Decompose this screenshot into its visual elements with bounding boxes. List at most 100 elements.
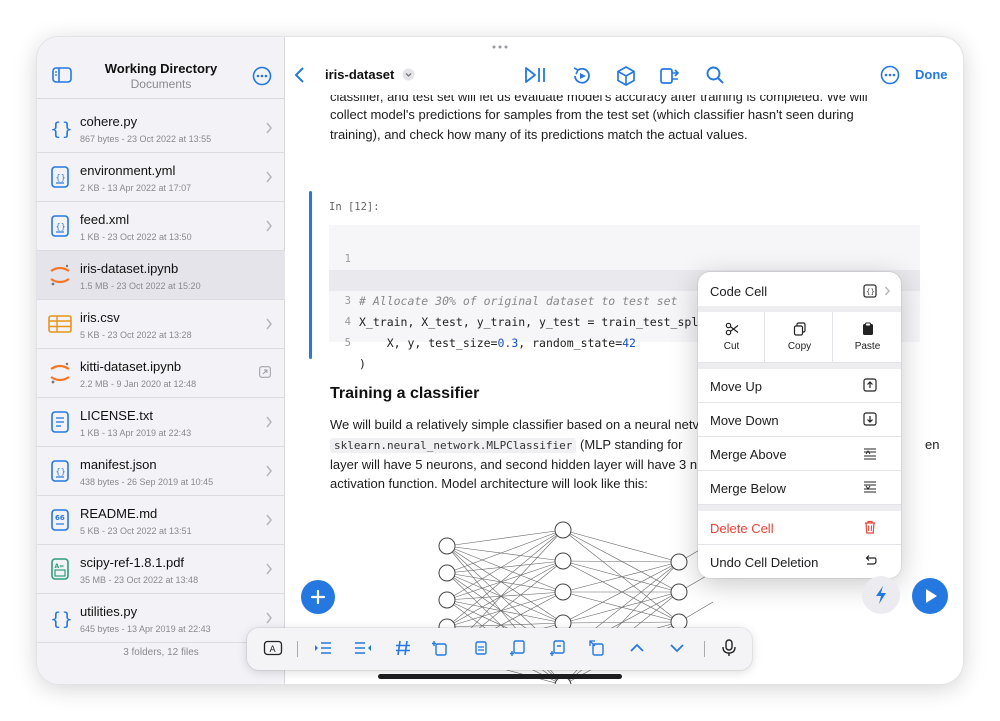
file-meta: 5 KB - 23 Oct 2022 at 13:51 [80,526,192,536]
chevron-right-icon [266,465,272,477]
file-row-feed[interactable]: {} feed.xml 1 KB - 23 Oct 2022 at 13:50 [37,202,285,251]
merge-below-label: Merge Below [710,481,786,496]
delete-cell-item[interactable]: Delete Cell [698,511,901,545]
move-down-label: Move Down [710,413,779,428]
paste-label: Paste [854,341,881,352]
file-name: iris-dataset.ipynb [80,261,179,276]
move-down-icon [863,412,877,426]
python-braces-icon: {} [50,609,72,630]
chevron-down-icon[interactable] [667,638,687,658]
markdown-text: training), and check how many of its pre… [330,127,748,142]
file-row-readme[interactable]: 66 README.md 5 KB - 23 Oct 2022 at 13:51 [37,496,285,545]
copy-button[interactable]: Copy [766,312,833,363]
run-all-icon[interactable] [571,65,593,87]
file-name: environment.yml [80,163,176,178]
nn-node [554,552,572,570]
outdent-icon[interactable] [353,638,373,658]
run-cell-icon[interactable] [509,638,529,658]
file-name: utilities.py [80,604,138,619]
text-file-icon [51,411,69,433]
variables-icon[interactable] [658,65,682,87]
microphone-icon[interactable] [719,638,739,658]
file-row-iris-dataset[interactable]: iris-dataset.ipynb 1.5 MB - 23 Oct 2022 … [37,251,285,300]
line-number: 5 [344,337,351,349]
sidebar-more-icon[interactable] [252,66,272,86]
add-cell-button[interactable] [301,580,335,614]
file-meta: 438 bytes - 26 Sep 2019 at 10:45 [80,477,214,487]
insert-cell-above-icon[interactable] [431,638,451,658]
markdown-text: layer will have 5 neurons, and second hi… [330,457,698,472]
plus-icon [310,589,326,605]
markdown-text: We will build a relatively simple classi… [330,417,699,432]
svg-text:A=: A= [55,563,65,570]
code-line[interactable]: 1 from sklearn.model_selection import tr… [329,228,920,287]
file-row-manifest[interactable]: {} manifest.json 438 bytes - 26 Sep 2019… [37,447,285,496]
markdown-text: en [925,437,940,452]
nn-edge [446,591,564,601]
code-cell-label: Code Cell [710,284,768,299]
pdf-file-icon: A= [51,558,69,580]
file-name: iris.csv [80,310,120,325]
merge-above-item[interactable]: Merge Above [698,437,901,471]
file-row-iris-csv[interactable]: iris.csv 5 KB - 23 Oct 2022 at 13:28 [37,300,285,349]
title-menu-icon[interactable] [402,68,415,81]
inline-code: sklearn.neural_network.MLPClassifier [330,438,577,453]
run-step-icon[interactable] [523,65,547,85]
file-row-kitti-dataset[interactable]: kitti-dataset.ipynb 2.2 MB - 9 Jan 2020 … [37,349,285,398]
file-row-cohere[interactable]: {} cohere.py 867 bytes - 23 Oct 2022 at … [37,104,285,153]
sidebar-header: Working Directory Documents [37,37,285,99]
undo-cell-deletion-item[interactable]: Undo Cell Deletion [698,545,901,578]
file-row-environment[interactable]: {} environment.yml 2 KB - 13 Apr 2022 at… [37,153,285,202]
chevron-up-icon[interactable] [627,638,647,658]
notebook-title[interactable]: iris-dataset [325,67,394,82]
run-below-icon[interactable] [549,638,569,658]
chevron-right-icon [266,220,272,232]
more-icon[interactable] [880,65,900,85]
indent-icon[interactable] [313,638,333,658]
file-name: feed.xml [80,212,130,227]
chevron-right-icon [884,286,890,296]
nn-node [554,583,572,601]
merge-below-item[interactable]: Merge Below [698,471,901,505]
code-text: ) [359,357,366,371]
code-line[interactable]: 2 # Allocate 30% of original dataset to … [329,249,920,308]
file-name: README.md [80,506,158,521]
undo-cell-deletion-label: Undo Cell Deletion [710,555,819,570]
home-indicator[interactable] [378,674,622,679]
package-icon[interactable] [615,65,637,87]
file-row-scipy-ref[interactable]: A= scipy-ref-1.8.1.pdf 35 MB - 23 Oct 20… [37,545,285,594]
keyboard-a-icon[interactable]: A [263,638,283,658]
multitasking-dots-icon[interactable] [490,44,510,50]
svg-text:{}: {} [56,222,66,231]
merge-above-label: Merge Above [710,447,787,462]
chevron-right-icon [266,416,272,428]
svg-text:{}: {} [866,288,875,296]
chevron-right-icon [266,122,272,134]
toolbar-divider [297,641,298,657]
markdown-heading: Training a classifier [330,385,480,402]
move-up-item[interactable]: Move Up [698,369,901,403]
done-button[interactable]: Done [915,67,948,82]
nn-edge [446,529,564,601]
chevron-right-icon [266,318,272,330]
format-icon[interactable] [587,638,607,658]
code-text: X, y, test_size=0.3, random_state=42 [359,336,636,350]
run-cell-button[interactable] [912,578,948,614]
move-up-icon [863,378,877,392]
quick-actions-button[interactable] [862,576,900,614]
nn-node [438,591,456,609]
back-chevron-icon[interactable] [294,67,306,83]
search-icon[interactable] [705,65,725,85]
nn-node [670,583,688,601]
nn-edge [562,529,680,563]
paste-button[interactable]: Paste [834,312,901,363]
nn-node [670,553,688,571]
cut-button[interactable]: Cut [698,312,765,363]
move-down-item[interactable]: Move Down [698,403,901,437]
file-row-license[interactable]: LICENSE.txt 1 KB - 13 Apr 2019 at 22:43 [37,398,285,447]
chevron-right-icon [266,171,272,183]
hash-icon[interactable] [393,638,413,658]
chevron-right-icon [266,612,272,624]
scissors-icon [725,322,739,336]
insert-cell-icon[interactable] [471,638,491,658]
